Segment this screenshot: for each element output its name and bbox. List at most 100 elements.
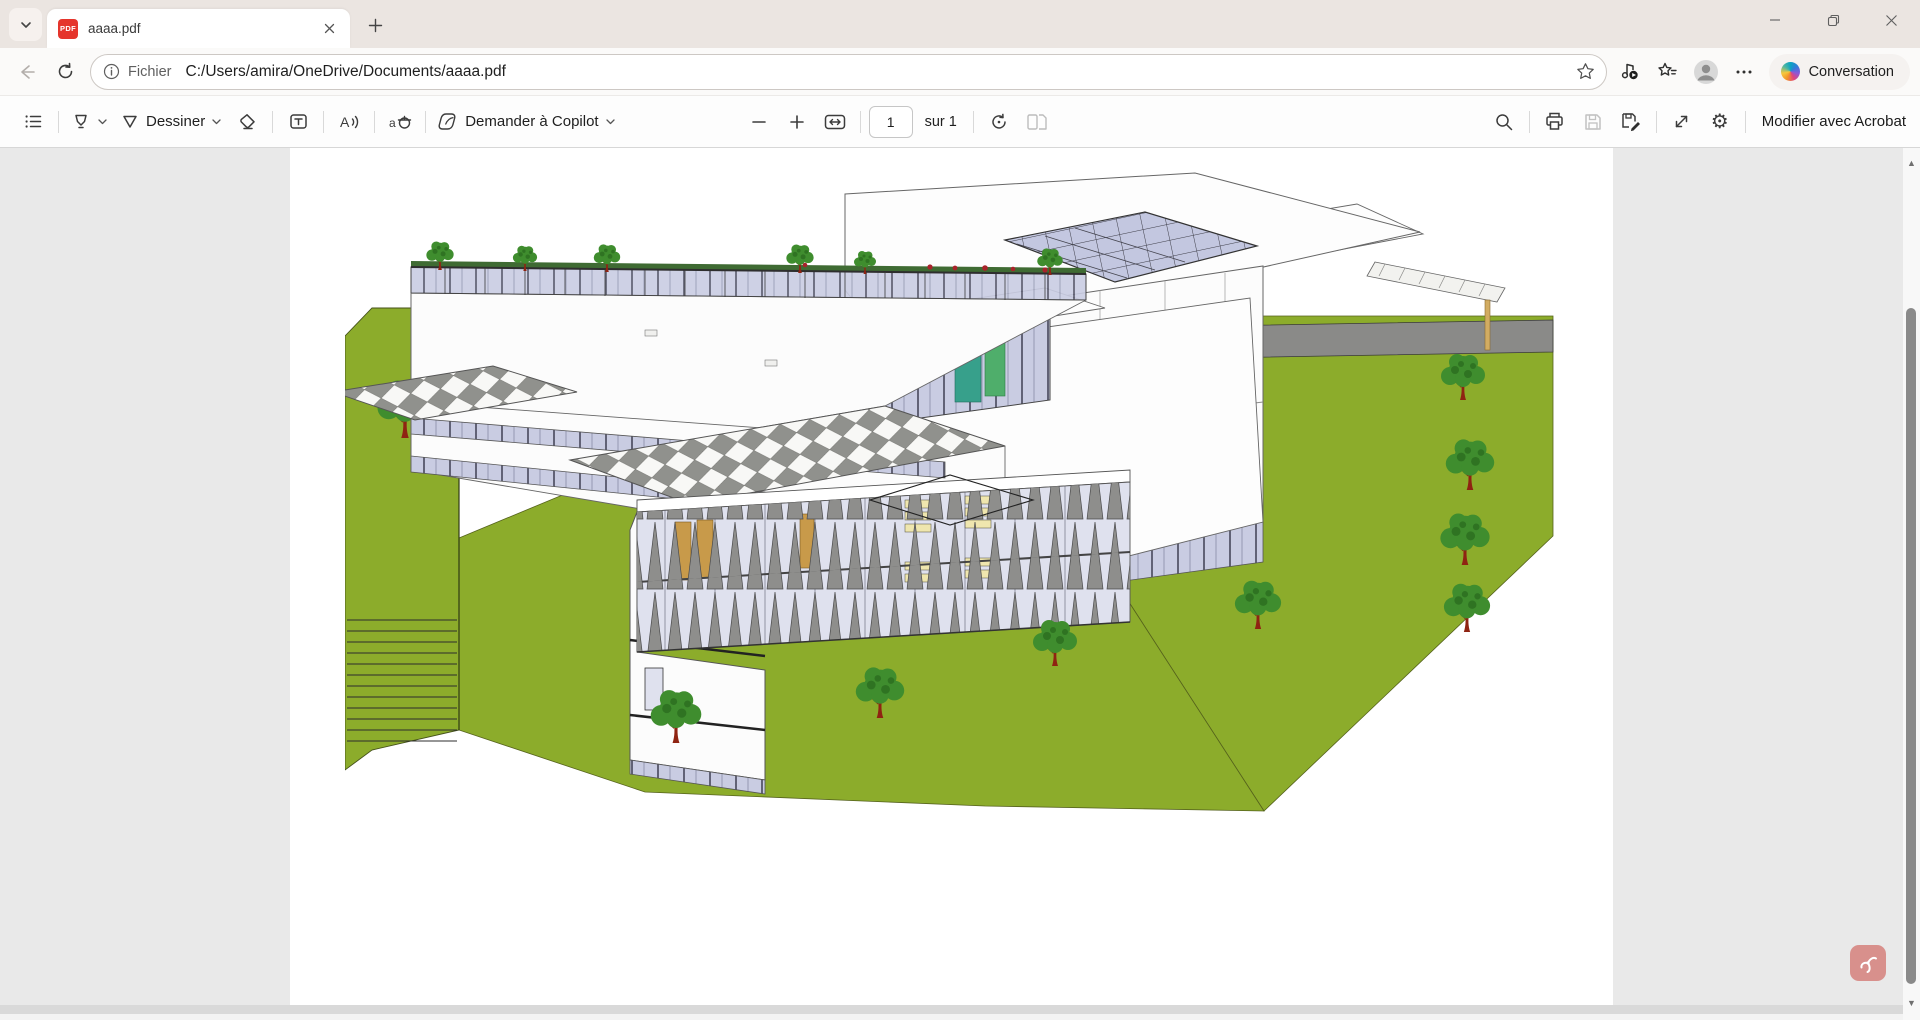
save-as-button[interactable] — [1612, 103, 1650, 141]
fit-width-icon — [824, 113, 846, 131]
toolbar-divider — [425, 111, 426, 133]
copilot-conversation-button[interactable]: Conversation — [1769, 54, 1910, 90]
new-tab-icon — [368, 18, 383, 33]
toolbar-divider — [1745, 111, 1746, 133]
page-view-icon — [1026, 112, 1048, 132]
save-icon — [1583, 112, 1603, 132]
minimize-icon — [1769, 14, 1781, 26]
zoom-in-button[interactable] — [778, 103, 816, 141]
toc-menu-icon — [24, 112, 43, 131]
acrobat-fab-icon — [1857, 952, 1879, 974]
vertical-scrollbar[interactable]: ▲ ▼ — [1903, 148, 1920, 1020]
translate-button[interactable]: a — [381, 103, 419, 141]
page-count-label: sur 1 — [925, 114, 957, 130]
page-bottom-strip — [0, 1005, 1920, 1014]
save-as-icon — [1620, 111, 1641, 132]
text-box-icon — [288, 111, 309, 132]
scheme-badge: Fichier — [128, 64, 172, 80]
url-text[interactable]: C:/Users/amira/OneDrive/Documents/aaaa.p… — [186, 63, 1570, 81]
pdf-viewer-content: ▲ ▼ — [0, 148, 1920, 1020]
toolbar-right-group: ⚙ Modifier avec Acrobat — [1485, 103, 1906, 141]
viewer-bottom-edge — [0, 1014, 1920, 1020]
title-bar: PDF aaaa.pdf — [0, 0, 1920, 48]
restore-button[interactable] — [1804, 0, 1862, 40]
refresh-button[interactable] — [46, 53, 84, 91]
copilot-outline-icon — [438, 111, 459, 132]
rotate-icon — [989, 112, 1009, 132]
highlighter-icon — [71, 112, 91, 132]
fullscreen-button[interactable] — [1663, 103, 1701, 141]
media-controls-icon — [1619, 61, 1640, 82]
toolbar-divider — [1529, 111, 1530, 133]
settings-more-button[interactable] — [1725, 53, 1763, 91]
highlighter-button[interactable] — [65, 103, 114, 141]
profile-button[interactable] — [1687, 53, 1725, 91]
tab-title: aaaa.pdf — [88, 21, 316, 36]
save-button[interactable] — [1574, 103, 1612, 141]
toc-menu-button[interactable] — [14, 103, 52, 141]
refresh-icon — [56, 62, 75, 81]
minimize-button[interactable] — [1746, 0, 1804, 40]
pen-icon — [120, 112, 140, 132]
eraser-icon — [237, 112, 257, 132]
address-bar: Fichier C:/Users/amira/OneDrive/Document… — [0, 48, 1920, 96]
ask-copilot-button[interactable]: Demander à Copilot — [432, 103, 621, 141]
toolbar-divider — [973, 111, 974, 133]
edit-with-acrobat-button[interactable]: Modifier avec Acrobat — [1762, 113, 1906, 130]
toolbar-divider — [1656, 111, 1657, 133]
acrobat-fab-button[interactable] — [1850, 945, 1886, 981]
read-aloud-icon: A — [338, 111, 360, 133]
toolbar-divider — [323, 111, 324, 133]
draw-label: Dessiner — [146, 113, 205, 130]
pdf-page[interactable] — [290, 148, 1613, 1005]
fit-width-button[interactable] — [816, 103, 854, 141]
search-icon — [1494, 112, 1514, 132]
favorite-star-icon — [1576, 62, 1595, 81]
scrollbar-thumb[interactable] — [1906, 308, 1916, 984]
media-controls-button[interactable] — [1611, 53, 1649, 91]
collections-button[interactable] — [1649, 53, 1687, 91]
copilot-logo-icon — [1781, 62, 1800, 81]
print-button[interactable] — [1536, 103, 1574, 141]
page-view-button[interactable] — [1018, 103, 1056, 141]
scroll-up-icon[interactable]: ▲ — [1903, 154, 1920, 171]
eraser-button[interactable] — [228, 103, 266, 141]
print-icon — [1544, 111, 1565, 132]
page-number-input[interactable] — [869, 106, 913, 138]
tab-search-button[interactable] — [9, 8, 42, 41]
draw-button[interactable]: Dessiner — [114, 103, 228, 141]
fullscreen-icon — [1672, 112, 1691, 131]
address-field[interactable]: Fichier C:/Users/amira/OneDrive/Document… — [90, 54, 1607, 90]
settings-gear-icon: ⚙ — [1711, 112, 1729, 132]
pdf-settings-button[interactable]: ⚙ — [1701, 103, 1739, 141]
zoom-out-button[interactable] — [740, 103, 778, 141]
ask-copilot-label: Demander à Copilot — [465, 113, 598, 130]
pdf-toolbar: Dessiner A a Demander à Copilot — [0, 96, 1920, 148]
info-icon[interactable] — [103, 63, 120, 80]
conversation-label: Conversation — [1809, 64, 1894, 80]
back-button[interactable] — [8, 53, 46, 91]
svg-text:A: A — [340, 114, 350, 130]
new-tab-button[interactable] — [359, 9, 392, 42]
titlebar-drag-area — [392, 0, 1920, 48]
chevron-down-icon — [97, 116, 108, 127]
architectural-rendering — [345, 170, 1565, 840]
pdf-file-icon: PDF — [58, 19, 78, 39]
zoom-out-icon — [751, 114, 767, 130]
search-button[interactable] — [1485, 103, 1523, 141]
read-aloud-button[interactable]: A — [330, 103, 368, 141]
window-close-icon — [1885, 14, 1898, 27]
translate-icon: a — [388, 111, 412, 133]
browser-tab-active[interactable]: PDF aaaa.pdf — [47, 9, 350, 48]
window-close-button[interactable] — [1862, 0, 1920, 40]
toolbar-divider — [374, 111, 375, 133]
toolbar-divider — [272, 111, 273, 133]
rotate-button[interactable] — [980, 103, 1018, 141]
chevron-down-icon — [605, 116, 616, 127]
favorite-button[interactable] — [1570, 56, 1602, 88]
toolbar-divider — [58, 111, 59, 133]
text-box-button[interactable] — [279, 103, 317, 141]
tab-close-button[interactable] — [316, 16, 342, 42]
scroll-down-icon[interactable]: ▼ — [1903, 994, 1920, 1011]
zoom-in-icon — [789, 114, 805, 130]
